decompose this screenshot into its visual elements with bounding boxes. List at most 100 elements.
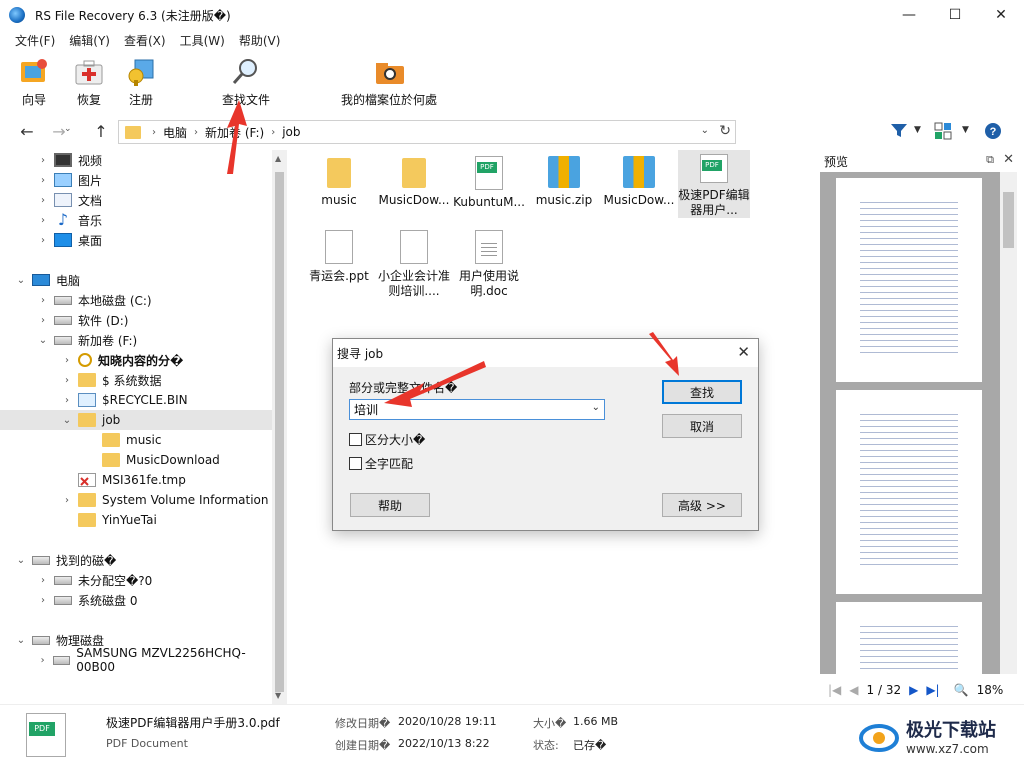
window-controls: — ☐ ✕ <box>886 0 1024 30</box>
folder-tree: › 视频 › 图片 › 文档 › ♪ 音乐 › 桌面 ⌄ 电脑 › 本地磁盘 (C:) › 软件 … <box>0 150 287 704</box>
wizard-button[interactable]: 向导 <box>18 56 50 108</box>
tree-scroll-thumb[interactable] <box>275 172 284 692</box>
file-item[interactable]: 青运会.ppt <box>303 226 375 284</box>
where-files-button[interactable]: 我的檔案位於何處 <box>341 56 437 108</box>
size-label: 大小� <box>533 717 567 730</box>
advanced-button[interactable]: 高级 >> <box>662 493 742 517</box>
checkbox-box[interactable] <box>349 433 362 446</box>
refresh-icon[interactable]: ↻ <box>719 123 731 139</box>
drive-icon <box>32 555 50 565</box>
close-window-button[interactable]: ✕ <box>978 0 1024 30</box>
find-button[interactable]: 查找 <box>662 380 742 404</box>
minimize-button[interactable]: — <box>886 0 932 30</box>
filter-dropdown-icon[interactable]: ▼ <box>914 125 921 135</box>
back-arrow-icon[interactable]: ← <box>14 122 40 141</box>
file-item[interactable]: KubuntuM... <box>453 152 525 210</box>
file-item-selected[interactable]: 极速PDF编辑器用户... <box>678 150 750 218</box>
tree-item-yinyuetai[interactable]: YinYueTai <box>0 510 272 530</box>
menu-tools[interactable]: 工具(W) <box>173 32 232 49</box>
last-page-icon[interactable]: ▶| <box>926 683 939 697</box>
register-icon <box>125 56 157 88</box>
tree-item-system-volume-information[interactable]: › System Volume Information <box>0 490 272 510</box>
register-button[interactable]: 注册 <box>125 56 157 108</box>
path-dropdown-icon[interactable]: ⌄ <box>701 125 709 136</box>
chevron-down-icon[interactable]: ⌄ <box>592 402 600 413</box>
cancel-button[interactable]: 取消 <box>662 414 742 438</box>
file-item[interactable]: MusicDow... <box>603 152 675 208</box>
tree-item-system-data[interactable]: › $ 系统数据 <box>0 370 272 390</box>
close-preview-icon[interactable]: ✕ <box>1003 152 1014 167</box>
folder-icon <box>78 513 96 527</box>
tree-item-computer[interactable]: ⌄ 电脑 <box>0 270 272 290</box>
dialog-title: 搜寻 job <box>337 346 384 361</box>
folder-icon <box>102 453 120 467</box>
tree-item-found-disks[interactable]: ⌄ 找到的磁� <box>0 550 272 570</box>
path-box[interactable]: › 电脑 › 新加卷 (F:) › job ⌄ ↻ <box>118 120 736 144</box>
tree-item-drive-c[interactable]: › 本地磁盘 (C:) <box>0 290 272 310</box>
tree-item-desktop[interactable]: › 桌面 <box>0 230 272 250</box>
dialog-close-icon[interactable]: ✕ <box>737 343 750 361</box>
history-dropdown-icon[interactable]: ⌄ <box>64 124 72 134</box>
preview-scrollbar[interactable] <box>1000 172 1017 674</box>
maximize-button[interactable]: ☐ <box>932 0 978 30</box>
menu-view[interactable]: 查看(X) <box>117 32 173 49</box>
case-sensitive-checkbox[interactable]: 区分大小� <box>349 431 425 448</box>
tree-item-msi-tmp[interactable]: MSI361fe.tmp <box>0 470 272 490</box>
search-folder-icon <box>78 353 92 367</box>
up-arrow-icon[interactable]: ↑ <box>88 122 114 141</box>
magnifier-icon <box>230 56 262 88</box>
file-item[interactable]: MusicDow... <box>378 152 450 208</box>
pictures-icon <box>54 173 72 187</box>
scroll-down-icon[interactable]: ▼ <box>275 691 281 700</box>
file-item[interactable]: 小企业会计准则培训.... <box>378 226 450 299</box>
menu-file[interactable]: 文件(F) <box>8 32 62 49</box>
help-button[interactable]: 帮助 <box>350 493 430 517</box>
view-mode-icon[interactable] <box>934 122 952 143</box>
tree-item-known-content[interactable]: › 知晓内容的分� <box>0 350 272 370</box>
tree-scrollbar[interactable]: ▲ ▼ <box>272 150 287 704</box>
tree-item-system-disk-0[interactable]: › 系统磁盘 0 <box>0 590 272 610</box>
help-icon[interactable]: ? <box>984 122 1002 143</box>
drive-icon <box>54 595 72 605</box>
tree-item-drive-f[interactable]: ⌄ 新加卷 (F:) <box>0 330 272 350</box>
computer-icon <box>32 274 50 286</box>
scroll-up-icon[interactable]: ▲ <box>275 154 281 163</box>
menu-edit[interactable]: 编辑(Y) <box>62 32 117 49</box>
filename-input-value[interactable]: 培训 <box>354 401 378 418</box>
zoom-icon[interactable]: 🔍 <box>954 683 969 697</box>
tree-item-samsung[interactable]: › SAMSUNG MZVL2256HCHQ-00B00 <box>0 646 272 674</box>
breadcrumb-job[interactable]: job <box>282 125 300 139</box>
preview-header: 预览 ⧉ ✕ <box>818 150 1024 172</box>
folder-icon <box>102 433 120 447</box>
annotation-arrow <box>384 361 486 407</box>
next-page-icon[interactable]: ▶ <box>909 683 918 697</box>
tree-item-unallocated[interactable]: › 未分配空�?0 <box>0 570 272 590</box>
annotation-arrow <box>227 100 247 174</box>
preview-pages[interactable] <box>820 172 1000 674</box>
zip-file-icon <box>548 156 580 188</box>
file-item[interactable]: 用户使用说明.doc <box>453 226 525 299</box>
view-dropdown-icon[interactable]: ▼ <box>962 125 969 135</box>
prev-page-icon[interactable]: ◀ <box>849 683 858 697</box>
tree-item-drive-d[interactable]: › 软件 (D:) <box>0 310 272 330</box>
preview-scroll-thumb[interactable] <box>1003 192 1014 248</box>
tree-item-music[interactable]: › ♪ 音乐 <box>0 210 272 230</box>
file-item[interactable]: music <box>303 152 375 208</box>
tree-item-recycle-bin[interactable]: › $RECYCLE.BIN <box>0 390 272 410</box>
checkbox-box[interactable] <box>349 457 362 470</box>
tree-item-job[interactable]: ⌄ job <box>0 410 272 430</box>
breadcrumb-computer[interactable]: 电脑 <box>163 124 187 141</box>
tree-item-musicdownload[interactable]: MusicDownload <box>0 450 272 470</box>
filter-icon[interactable] <box>890 123 908 142</box>
undock-icon[interactable]: ⧉ <box>986 153 994 167</box>
menu-bar: 文件(F) 编辑(Y) 查看(X) 工具(W) 帮助(V) <box>0 30 1024 50</box>
page-indicator: 1 / 32 <box>866 683 902 697</box>
tree-item-documents[interactable]: › 文档 <box>0 190 272 210</box>
first-page-icon[interactable]: |◀ <box>828 683 841 697</box>
restore-button[interactable]: 恢复 <box>73 56 105 108</box>
drive-icon <box>54 335 72 345</box>
whole-word-checkbox[interactable]: 全字匹配 <box>349 455 413 472</box>
menu-help[interactable]: 帮助(V) <box>232 32 288 49</box>
file-item[interactable]: music.zip <box>528 152 600 208</box>
tree-item-music-folder[interactable]: music <box>0 430 272 450</box>
